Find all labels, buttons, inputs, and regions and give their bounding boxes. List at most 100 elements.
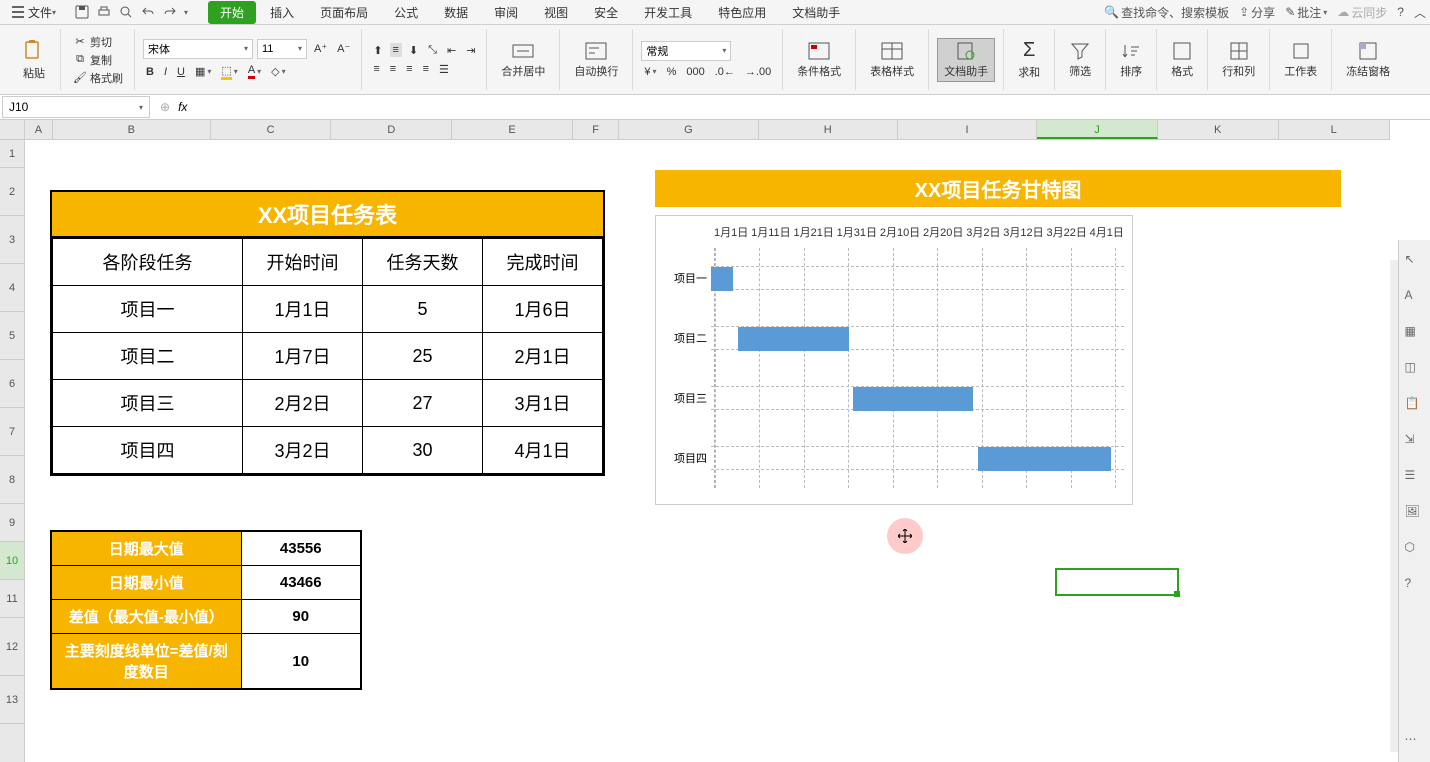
ribbon-tab-0[interactable]: 开始 [208, 1, 256, 24]
table-cell[interactable]: 1月7日 [243, 333, 363, 380]
italic-button[interactable]: I [161, 65, 170, 79]
row-header-3[interactable]: 3 [0, 216, 24, 264]
preview-icon[interactable] [118, 4, 134, 20]
col-header-I[interactable]: I [898, 120, 1037, 139]
undo-icon[interactable] [140, 4, 156, 20]
table-cell[interactable]: 30 [363, 427, 483, 474]
qat-more-icon[interactable]: ▾ [184, 8, 188, 17]
object-icon[interactable]: ◫ [1405, 360, 1425, 380]
table-cell[interactable]: 3月1日 [483, 380, 603, 427]
ribbon-tab-9[interactable]: 特色应用 [706, 1, 778, 24]
row-header-5[interactable]: 5 [0, 312, 24, 360]
underline-button[interactable]: U [174, 65, 188, 79]
align-middle-icon[interactable]: ≡ [390, 43, 402, 57]
worksheet-button[interactable]: 工作表 [1278, 39, 1323, 81]
distribute-icon[interactable]: ☰ [436, 62, 452, 77]
col-header-A[interactable]: A [25, 120, 53, 139]
table-cell[interactable]: 4月1日 [483, 427, 603, 474]
freeze-panes-button[interactable]: 冻结窗格 [1340, 39, 1396, 81]
orientation-icon[interactable]: ⤡ [425, 43, 440, 58]
select-all-corner[interactable] [0, 120, 25, 140]
percent-icon[interactable]: % [664, 65, 680, 79]
shield-icon[interactable]: ⬡ [1405, 540, 1425, 560]
align-left-icon[interactable]: ≡ [370, 62, 382, 76]
save-icon[interactable] [74, 4, 90, 20]
increase-font-icon[interactable]: A⁺ [311, 41, 330, 56]
share-button[interactable]: ⇪分享 [1239, 4, 1275, 21]
search-commands[interactable]: 🔍查找命令、搜索模板 [1104, 4, 1229, 21]
row-header-2[interactable]: 2 [0, 168, 24, 216]
table-cell[interactable]: 项目二 [53, 333, 243, 380]
table-cell[interactable]: 2月2日 [243, 380, 363, 427]
fx-cancel-icon[interactable]: ⊕ [160, 100, 170, 114]
filter-button[interactable]: 筛选 [1063, 39, 1097, 81]
conditional-format-button[interactable]: 条件格式 [791, 39, 847, 81]
annotate-button[interactable]: ✎批注▾ [1285, 4, 1327, 21]
align-right-icon[interactable]: ≡ [403, 62, 415, 76]
col-header-E[interactable]: E [452, 120, 573, 139]
redo-icon[interactable] [162, 4, 178, 20]
table-cell[interactable]: 27 [363, 380, 483, 427]
font-name-select[interactable]: 宋体▾ [143, 39, 253, 59]
format-painter-button[interactable]: 🖌格式刷 [69, 69, 126, 87]
font-size-select[interactable]: 11▾ [257, 39, 307, 59]
ribbon-tab-2[interactable]: 页面布局 [308, 1, 380, 24]
copy-button[interactable]: ⧉复制 [69, 51, 126, 69]
select-icon[interactable]: ↖ [1405, 252, 1425, 272]
row-header-11[interactable]: 11 [0, 580, 24, 618]
ribbon-tab-4[interactable]: 数据 [432, 1, 480, 24]
row-header-8[interactable]: 8 [0, 456, 24, 504]
ribbon-tab-3[interactable]: 公式 [382, 1, 430, 24]
ribbon-tab-7[interactable]: 安全 [582, 1, 630, 24]
col-header-C[interactable]: C [211, 120, 332, 139]
table-cell[interactable]: 项目四 [53, 427, 243, 474]
number-format-select[interactable]: 常规▾ [641, 41, 731, 61]
table-cell[interactable]: 3月2日 [243, 427, 363, 474]
currency-icon[interactable]: ¥▾ [641, 65, 659, 79]
col-header-F[interactable]: F [573, 120, 619, 139]
align-center-icon[interactable]: ≡ [387, 62, 399, 76]
align-top-icon[interactable]: ⬆ [370, 43, 385, 58]
clear-format-icon[interactable]: ◇▾ [268, 64, 288, 79]
export-icon[interactable]: ⇲ [1405, 432, 1425, 452]
help-panel-icon[interactable]: ? [1405, 576, 1425, 596]
row-header-6[interactable]: 6 [0, 360, 24, 408]
col-header-H[interactable]: H [759, 120, 898, 139]
cell-grid[interactable]: XX项目任务表 各阶段任务开始时间任务天数完成时间项目一1月1日51月6日项目二… [25, 140, 1390, 762]
gantt-bar[interactable] [711, 267, 733, 291]
row-header-4[interactable]: 4 [0, 264, 24, 312]
border-button[interactable]: ▦▾ [192, 64, 214, 79]
gantt-chart[interactable]: 1月1日1月11日1月21日1月31日2月10日2月20日3月2日3月12日3月… [655, 215, 1133, 505]
gantt-bar[interactable] [978, 447, 1111, 471]
help-button[interactable]: ? [1397, 5, 1404, 19]
bold-button[interactable]: B [143, 65, 157, 79]
paste-button[interactable]: 粘贴 [16, 37, 52, 83]
row-col-button[interactable]: 行和列 [1216, 39, 1261, 81]
gantt-bar[interactable] [738, 327, 849, 351]
more-panel-icon[interactable]: ⋯ [1405, 732, 1425, 752]
ribbon-tab-8[interactable]: 开发工具 [632, 1, 704, 24]
col-header-D[interactable]: D [331, 120, 452, 139]
sum-button[interactable]: Σ求和 [1012, 37, 1046, 82]
col-header-G[interactable]: G [619, 120, 758, 139]
file-menu[interactable]: 文件 ▾ [4, 4, 64, 21]
table-cell[interactable]: 5 [363, 286, 483, 333]
row-header-7[interactable]: 7 [0, 408, 24, 456]
helper-value[interactable]: 43556 [241, 531, 361, 566]
row-header-10[interactable]: 10 [0, 542, 24, 580]
table-panel-icon[interactable]: ▦ [1405, 324, 1425, 344]
table-cell[interactable]: 1月1日 [243, 286, 363, 333]
print-icon[interactable] [96, 4, 112, 20]
indent-decrease-icon[interactable]: ⇤ [444, 43, 459, 58]
font-color-button[interactable]: A▾ [245, 63, 264, 80]
table-style-button[interactable]: 表格样式 [864, 39, 920, 81]
helper-value[interactable]: 10 [241, 634, 361, 690]
ribbon-tab-1[interactable]: 插入 [258, 1, 306, 24]
ribbon-tab-6[interactable]: 视图 [532, 1, 580, 24]
col-header-L[interactable]: L [1279, 120, 1390, 139]
table-cell[interactable]: 25 [363, 333, 483, 380]
ribbon-tab-10[interactable]: 文档助手 [780, 1, 852, 24]
row-header-12[interactable]: 12 [0, 618, 24, 676]
align-bottom-icon[interactable]: ⬇ [406, 43, 421, 58]
merge-center-button[interactable]: 合并居中 [495, 39, 551, 81]
